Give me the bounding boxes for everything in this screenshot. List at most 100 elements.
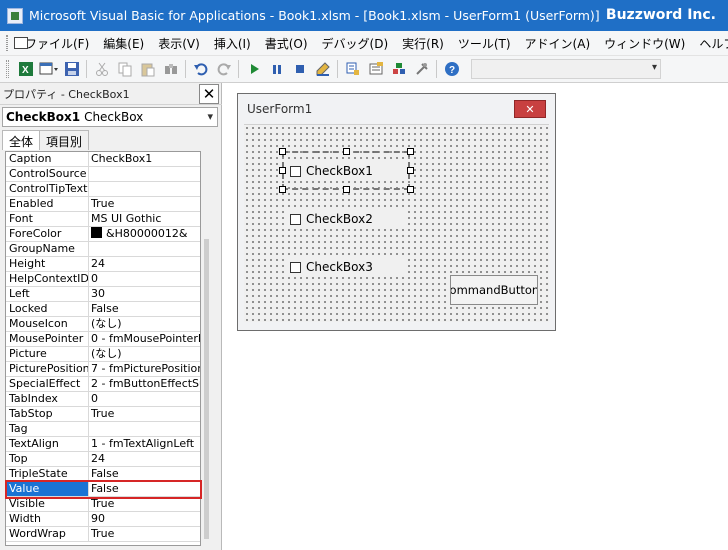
checkbox-3[interactable]: CheckBox3 [286, 257, 406, 277]
menu-grip[interactable] [6, 35, 8, 51]
insert-userform-icon[interactable] [37, 58, 60, 80]
property-grid-scrollbar[interactable] [202, 151, 211, 546]
property-row-value[interactable]: Value False [6, 482, 200, 497]
property-row-helpcontextid[interactable]: HelpContextID 0 [6, 272, 200, 287]
properties-window-icon[interactable] [364, 58, 387, 80]
redo-icon[interactable] [212, 58, 235, 80]
tab-categorized[interactable]: 項目別 [39, 130, 90, 150]
resize-handle[interactable] [343, 148, 350, 155]
userform-close-button[interactable]: ✕ [514, 100, 546, 118]
resize-handle[interactable] [407, 186, 414, 193]
property-value[interactable]: 0 [89, 392, 200, 406]
toolbar-grip[interactable] [6, 60, 9, 78]
property-value[interactable] [89, 167, 200, 181]
resize-handle[interactable] [279, 186, 286, 193]
property-row-tag[interactable]: Tag [6, 422, 200, 437]
property-value[interactable]: CheckBox1 [89, 152, 200, 166]
property-row-groupname[interactable]: GroupName [6, 242, 200, 257]
property-row-forecolor[interactable]: ForeColor &H80000012& [6, 227, 200, 242]
reset-icon[interactable] [288, 58, 311, 80]
checkbox-box[interactable] [290, 261, 301, 273]
property-row-font[interactable]: Font MS UI Gothic [6, 212, 200, 227]
toolbox-icon[interactable] [410, 58, 433, 80]
chevron-down-icon[interactable]: ▾ [207, 110, 213, 123]
undo-icon[interactable] [189, 58, 212, 80]
property-value[interactable]: False [89, 302, 200, 316]
property-value[interactable]: False [89, 482, 200, 496]
copy-icon[interactable] [113, 58, 136, 80]
property-value[interactable]: (なし) [89, 347, 200, 361]
property-row-tabstop[interactable]: TabStop True [6, 407, 200, 422]
resize-handle[interactable] [407, 167, 414, 174]
property-row-height[interactable]: Height 24 [6, 257, 200, 272]
property-row-locked[interactable]: Locked False [6, 302, 200, 317]
resize-handle[interactable] [279, 167, 286, 174]
property-value[interactable]: 7 - fmPicturePositionAboveCenter [89, 362, 200, 376]
property-value[interactable]: False [89, 467, 200, 481]
save-icon[interactable] [60, 58, 83, 80]
resize-handle[interactable] [407, 148, 414, 155]
property-row-top[interactable]: Top 24 [6, 452, 200, 467]
property-row-picture[interactable]: Picture (なし) [6, 347, 200, 362]
tab-alphabetic[interactable]: 全体 [2, 130, 41, 150]
find-icon[interactable] [159, 58, 182, 80]
property-row-tabindex[interactable]: TabIndex 0 [6, 392, 200, 407]
menu-window[interactable]: ウィンドウ(W) [597, 35, 692, 52]
property-value[interactable]: True [89, 197, 200, 211]
menu-insert[interactable]: 挿入(I) [207, 35, 258, 52]
property-row-controltiptext[interactable]: ControlTipText [6, 182, 200, 197]
property-row-wordwrap[interactable]: WordWrap True [6, 527, 200, 542]
property-row-pictureposition[interactable]: PicturePosition7 - fmPicturePositionAbov… [6, 362, 200, 377]
checkbox-box[interactable] [290, 213, 301, 225]
menu-view[interactable]: 表示(V) [151, 35, 207, 52]
property-value[interactable] [89, 242, 200, 256]
project-explorer-icon[interactable] [341, 58, 364, 80]
design-mode-icon[interactable] [311, 58, 334, 80]
property-value[interactable]: 1 - fmTextAlignLeft [89, 437, 200, 451]
menu-run[interactable]: 実行(R) [395, 35, 451, 52]
menu-help[interactable]: ヘルプ(H) [692, 35, 728, 52]
break-icon[interactable] [265, 58, 288, 80]
property-row-specialeffect[interactable]: SpecialEffect2 - fmButtonEffectSunken [6, 377, 200, 392]
property-value[interactable]: 0 - fmMousePointerDefault [89, 332, 200, 346]
property-value[interactable] [89, 422, 200, 436]
checkbox-2[interactable]: CheckBox2 [286, 209, 406, 229]
toolbar-location-field[interactable] [471, 59, 661, 79]
property-value[interactable] [89, 182, 200, 196]
property-row-textalign[interactable]: TextAlign 1 - fmTextAlignLeft [6, 437, 200, 452]
property-row-mouseicon[interactable]: MouseIcon (なし) [6, 317, 200, 332]
property-row-visible[interactable]: Visible True [6, 497, 200, 512]
paste-icon[interactable] [136, 58, 159, 80]
command-button[interactable]: CommandButton1 [450, 275, 538, 305]
excel-icon[interactable]: X [14, 58, 37, 80]
property-row-left[interactable]: Left 30 [6, 287, 200, 302]
property-row-enabled[interactable]: Enabled True [6, 197, 200, 212]
property-value[interactable]: True [89, 407, 200, 421]
menu-format[interactable]: 書式(O) [258, 35, 315, 52]
object-selector[interactable]: CheckBox1 CheckBox ▾ [2, 107, 218, 127]
property-value[interactable]: 2 - fmButtonEffectSunken [89, 377, 200, 391]
userform-canvas[interactable]: CheckBox1 CheckBox2 CheckBox3 CommandBut… [244, 124, 549, 322]
menu-debug[interactable]: デバッグ(D) [315, 35, 396, 52]
property-row-mousepointer[interactable]: MousePointer0 - fmMousePointerDefault [6, 332, 200, 347]
property-value[interactable]: MS UI Gothic [89, 212, 200, 226]
property-row-triplestate[interactable]: TripleState False [6, 467, 200, 482]
object-browser-icon[interactable] [387, 58, 410, 80]
property-row-caption[interactable]: Caption CheckBox1 [6, 152, 200, 167]
property-value[interactable]: 24 [89, 257, 200, 271]
resize-handle[interactable] [343, 186, 350, 193]
properties-close-button[interactable]: ✕ [199, 84, 219, 104]
resize-handle[interactable] [279, 148, 286, 155]
menu-addins[interactable]: アドイン(A) [518, 35, 598, 52]
property-value[interactable]: 30 [89, 287, 200, 301]
property-value[interactable]: True [89, 497, 200, 511]
run-icon[interactable] [242, 58, 265, 80]
help-icon[interactable]: ? [440, 58, 463, 80]
property-value[interactable]: (なし) [89, 317, 200, 331]
property-value[interactable]: True [89, 527, 200, 541]
scrollbar-thumb[interactable] [204, 239, 209, 539]
property-row-width[interactable]: Width 90 [6, 512, 200, 527]
cut-icon[interactable] [90, 58, 113, 80]
userform-window[interactable]: UserForm1 ✕ CheckBox1 CheckBox2 CheckBox… [237, 93, 556, 331]
property-value[interactable]: 90 [89, 512, 200, 526]
